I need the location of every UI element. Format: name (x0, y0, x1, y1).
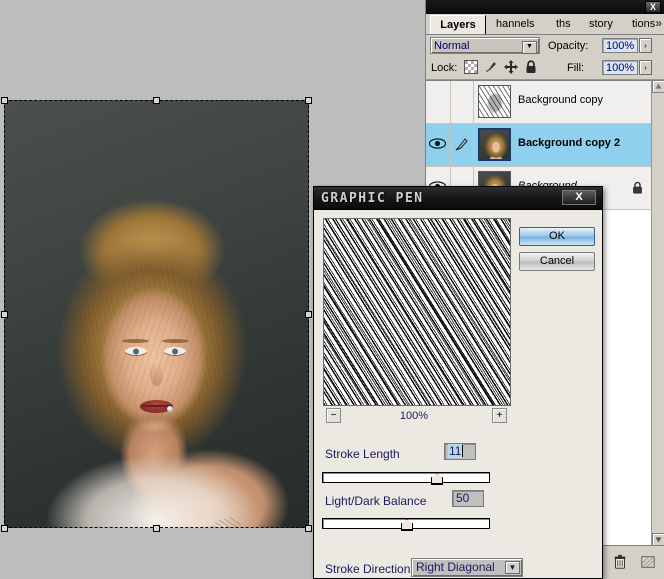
graphic-pen-dialog: GRAPHIC PEN X OK Cancel − 100% + Stroke … (313, 186, 603, 579)
stroke-length-value: 11 (448, 444, 463, 458)
table-row[interactable]: Background copy 2 (426, 124, 651, 167)
stroke-length-slider-thumb[interactable] (431, 473, 443, 485)
blend-mode-value: Normal (434, 40, 470, 52)
chin (137, 418, 173, 434)
light-dark-balance-input[interactable]: 50 (452, 490, 484, 507)
lock-label: Lock: (431, 62, 458, 74)
light-dark-balance-label: Light/Dark Balance (325, 494, 427, 508)
dialog-titlebar[interactable]: GRAPHIC PEN X (314, 187, 602, 210)
eye-right (164, 347, 186, 356)
dialog-title: GRAPHIC PEN (321, 191, 424, 206)
photo-canvas[interactable] (4, 100, 309, 528)
visibility-toggle-1[interactable] (426, 124, 451, 166)
hair-texture (4, 100, 309, 528)
link-toggle-0[interactable] (451, 81, 474, 123)
nose (150, 362, 163, 386)
link-toggle-1[interactable] (451, 124, 474, 166)
chevron-down-icon[interactable]: ▼ (505, 561, 520, 574)
zoom-level-label: 100% (399, 410, 429, 422)
blend-mode-row: Normal ▼ Opacity: 100% › (426, 35, 664, 56)
tab-history[interactable]: story (589, 15, 613, 33)
blend-mode-select[interactable]: Normal ▼ (430, 37, 540, 54)
palette-close-button[interactable]: X (645, 1, 661, 13)
palette-tab-strip: Layers hannels ths story tions » (426, 14, 664, 35)
palette-titlebar[interactable]: X (426, 0, 664, 14)
eyebrow-right (162, 339, 189, 343)
layer-thumbnail-1[interactable] (478, 128, 511, 161)
zoom-out-button[interactable]: − (326, 408, 341, 423)
fill-field[interactable]: 100% (602, 60, 638, 75)
tab-paths[interactable]: ths (556, 15, 571, 33)
text-caret (462, 445, 464, 457)
stroke-direction-value: Right Diagonal (416, 560, 495, 574)
lock-row: Lock: Fill: 100% › (426, 57, 664, 80)
eye-icon[interactable] (428, 138, 447, 149)
brush-icon[interactable] (454, 137, 469, 152)
all-lock-icon[interactable] (524, 60, 538, 74)
stroke-length-input[interactable]: 11 (444, 443, 476, 460)
layer-name-0[interactable]: Background copy (518, 94, 603, 106)
position-lock-icon[interactable] (504, 60, 518, 74)
filter-preview[interactable] (323, 218, 511, 406)
stroke-direction-label: Stroke Direction: (325, 562, 414, 576)
layer-name-1[interactable]: Background copy 2 (518, 137, 620, 149)
tab-channels[interactable]: hannels (496, 15, 535, 33)
new-layer-icon[interactable] (640, 554, 658, 572)
nose-stud (167, 406, 173, 412)
cancel-button[interactable]: Cancel (519, 252, 595, 271)
ok-button[interactable]: OK (519, 227, 595, 246)
lock-icon (632, 181, 643, 194)
stroke-direction-select[interactable]: Right Diagonal ▼ (411, 558, 523, 577)
tab-layers-label: Layers (440, 19, 476, 31)
stroke-length-label: Stroke Length (325, 447, 400, 461)
tab-actions-label: tions (632, 18, 656, 30)
tab-channels-label: hannels (496, 18, 535, 30)
layer-thumbnail-0[interactable] (478, 85, 511, 118)
fill-label: Fill: (567, 62, 585, 74)
image-window[interactable] (4, 100, 309, 528)
opacity-label: Opacity: (548, 40, 589, 52)
eye-left (125, 347, 147, 356)
visibility-toggle-0[interactable] (426, 81, 451, 123)
table-row[interactable]: Background copy (426, 81, 651, 124)
tab-layers[interactable]: Layers (430, 15, 486, 34)
tab-actions[interactable]: tions (632, 15, 655, 33)
chevron-down-icon[interactable]: ▼ (522, 41, 537, 54)
opacity-field[interactable]: 100% (602, 38, 638, 53)
layer-list-scrollbar[interactable] (651, 80, 664, 546)
tab-history-label: story (589, 18, 613, 30)
fill-stepper[interactable]: › (639, 60, 652, 75)
tab-overflow-button[interactable]: » (655, 16, 662, 30)
trash-icon[interactable] (612, 554, 630, 572)
zoom-in-button[interactable]: + (492, 408, 507, 423)
pixels-lock-icon[interactable] (484, 60, 498, 74)
dialog-close-button[interactable]: X (562, 190, 596, 205)
stroke-length-slider[interactable] (322, 472, 490, 485)
opacity-stepper[interactable]: › (639, 38, 652, 53)
preview-sparse-hatching (324, 219, 510, 405)
light-dark-balance-slider-thumb[interactable] (401, 519, 413, 531)
eyebrow-left (122, 339, 149, 343)
scroll-up-arrow[interactable] (652, 80, 664, 93)
transparency-lock-icon[interactable] (464, 60, 478, 74)
light-dark-balance-slider[interactable] (322, 518, 490, 531)
shoulder-tattoo (209, 515, 245, 528)
